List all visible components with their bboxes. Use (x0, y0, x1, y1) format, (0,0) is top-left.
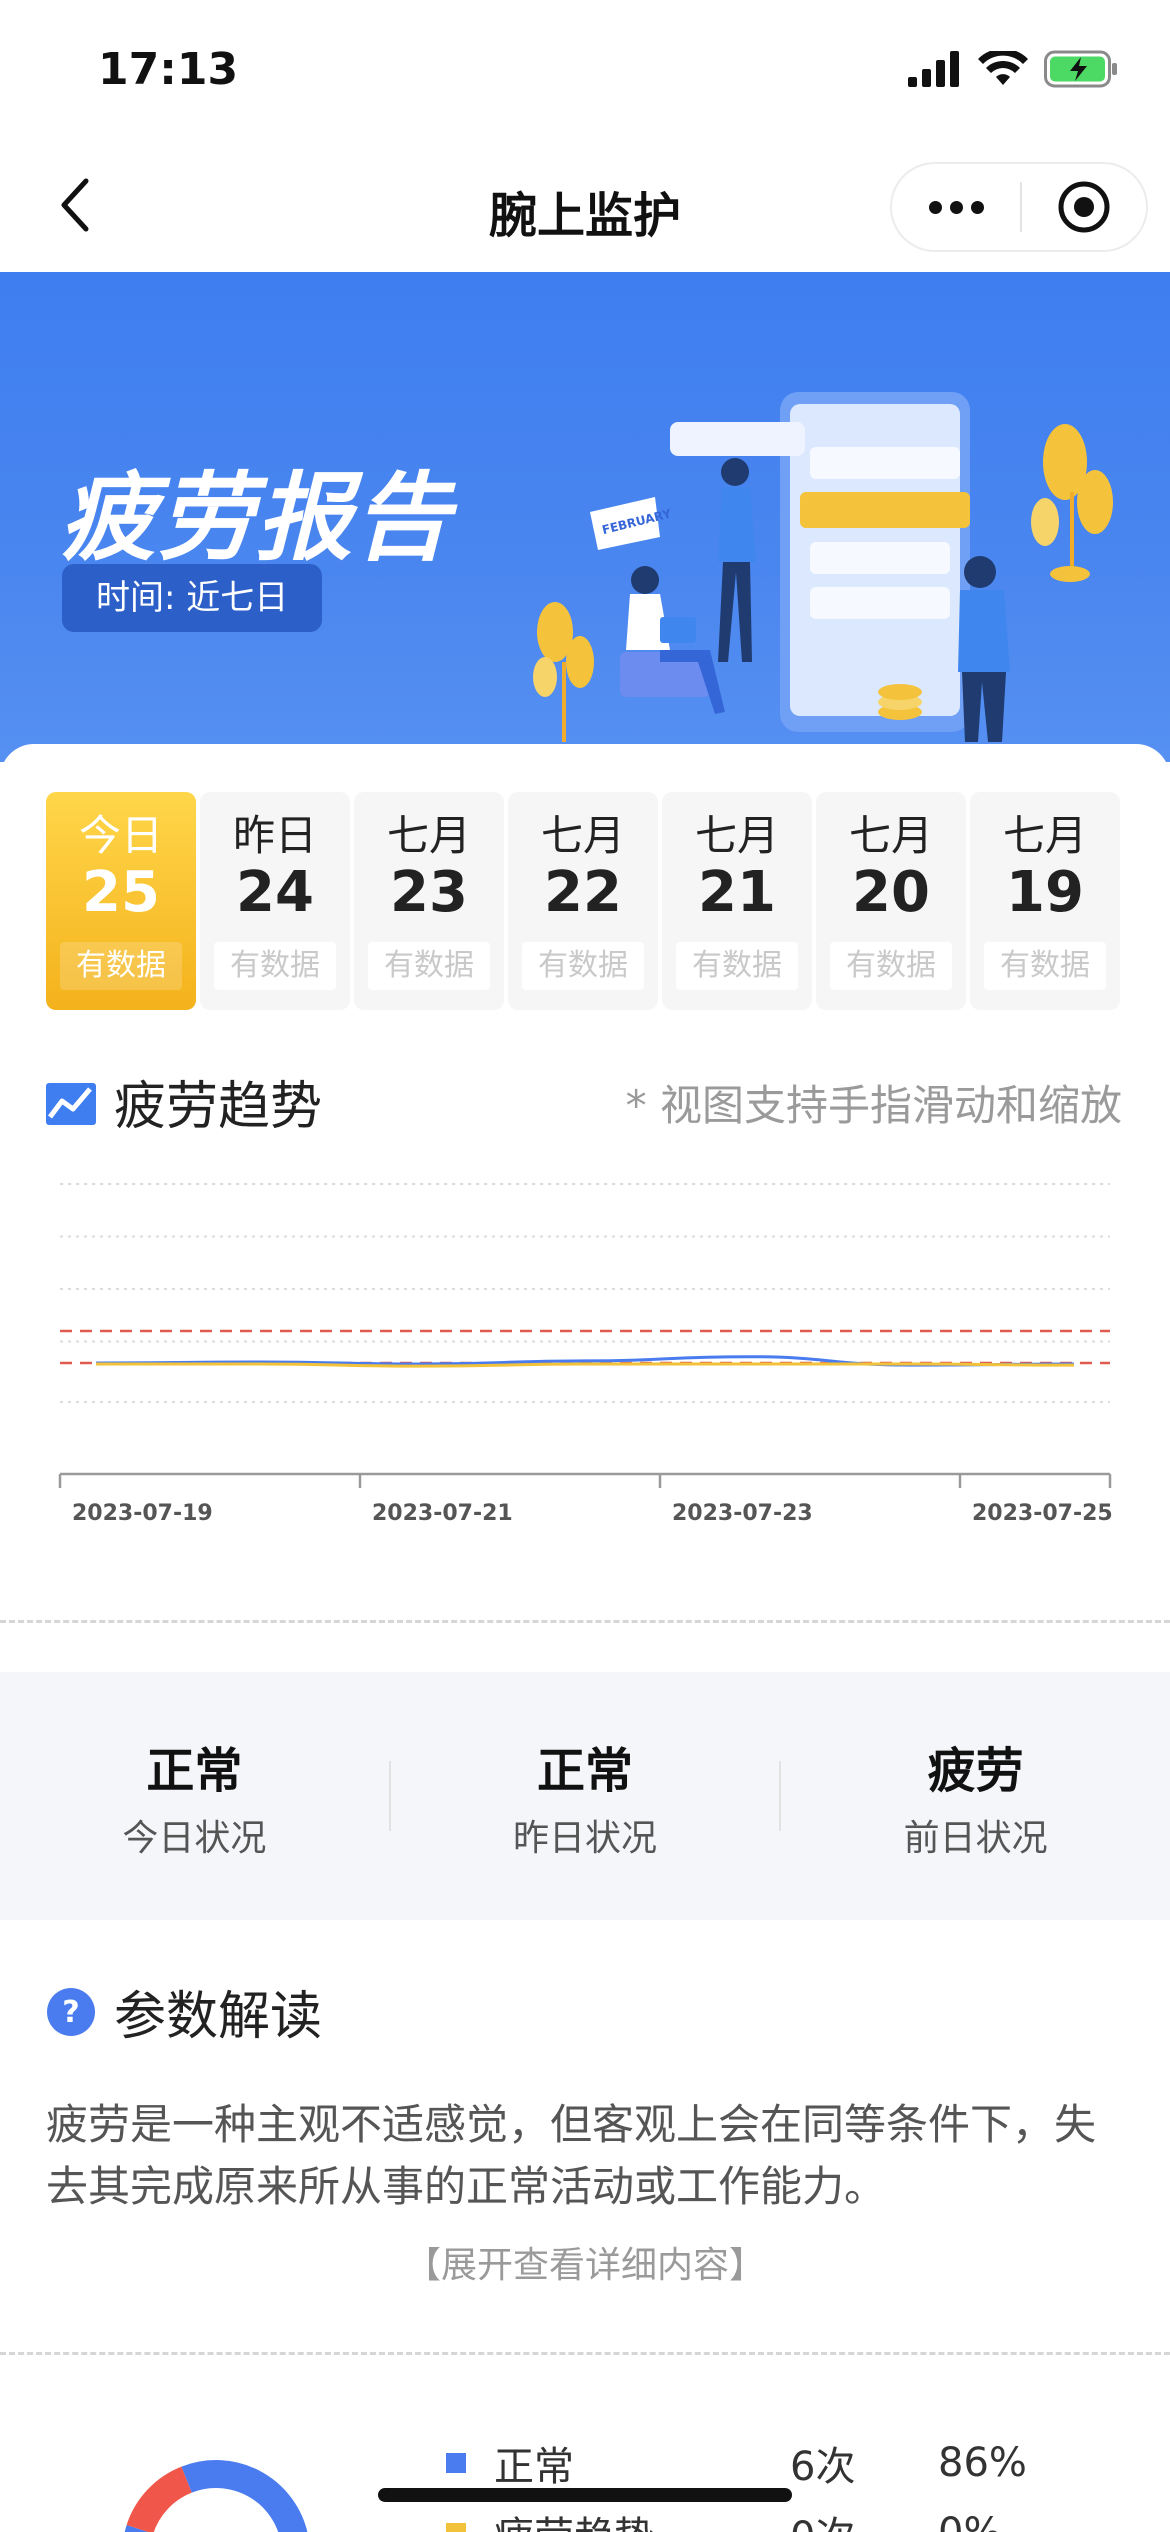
target-icon (1058, 181, 1110, 233)
legend-count: 6次 (790, 2444, 856, 2490)
x-tick-label: 2023-07-23 (672, 1501, 813, 1526)
x-tick-label: 2023-07-21 (372, 1501, 513, 1526)
status-time: 17:13 (98, 44, 239, 95)
distribution-donut-chart (124, 2460, 308, 2532)
legend-name: 正常 (494, 2444, 574, 2490)
status-label: 前日状况 (903, 1818, 1048, 1859)
date-label: 七月 (848, 811, 933, 860)
status-label: 昨日状况 (513, 1818, 658, 1859)
legend-row: 正常 6次 86% (446, 2434, 1027, 2492)
legend-percent: 86% (938, 2440, 1027, 2486)
home-indicator (378, 2488, 792, 2502)
trend-chart-icon (46, 1082, 96, 1125)
summary-day-before: 疲劳 前日状况 (781, 1731, 1170, 1861)
x-tick-label: 2023-07-19 (72, 1501, 213, 1526)
more-dot-icon (970, 200, 984, 214)
question-icon: ? (47, 1987, 95, 2036)
params-title: 参数解读 (114, 1987, 323, 2047)
date-label: 今日 (78, 811, 163, 860)
date-selector: 今日 25 有数据 昨日 24 有数据 七月 23 有数据 七月 22 有数据 … (46, 792, 1124, 1010)
date-item[interactable]: 七月 23 有数据 (354, 792, 504, 1010)
data-status-badge: 有数据 (522, 942, 644, 990)
more-dot-icon (928, 200, 942, 214)
data-status-badge: 有数据 (676, 942, 798, 990)
date-number: 24 (236, 860, 314, 925)
donut-segment (126, 2466, 193, 2532)
trend-hint: * 视图支持手指滑动和缩放 (625, 1081, 1122, 1130)
time-range-chip: 时间: 近七日 (62, 564, 323, 632)
legend-count: 0次 (790, 2504, 938, 2532)
date-item[interactable]: 七月 21 有数据 (662, 792, 812, 1010)
status-icons (908, 50, 1120, 88)
data-status-badge: 有数据 (368, 942, 490, 990)
date-label: 七月 (694, 811, 779, 860)
date-label: 七月 (386, 811, 471, 860)
report-content: 今日 25 有数据 昨日 24 有数据 七月 23 有数据 七月 22 有数据 … (0, 744, 1170, 2532)
more-dot-icon (949, 200, 963, 214)
date-item[interactable]: 七月 20 有数据 (816, 792, 966, 1010)
status-summary: 正常 今日状况 正常 昨日状况 疲劳 前日状况 (0, 1672, 1170, 1920)
date-number: 23 (390, 860, 468, 925)
data-status-badge: 有数据 (60, 942, 182, 990)
date-item[interactable]: 七月 19 有数据 (970, 792, 1120, 1010)
trend-title: 疲劳趋势 (114, 1077, 323, 1137)
legend-name: 疲劳趋势 (494, 2504, 790, 2532)
date-item[interactable]: 七月 22 有数据 (508, 792, 658, 1010)
legend-swatch (446, 2523, 466, 2532)
nav-bar: 腕上监护 (0, 140, 1170, 272)
report-banner: 疲劳报告 时间: 近七日 FEBRUARY (0, 272, 1170, 762)
mini-program-capsule (890, 162, 1148, 252)
summary-today: 正常 今日状况 (0, 1731, 389, 1861)
close-mini-program-button[interactable] (1022, 164, 1146, 250)
date-item[interactable]: 昨日 24 有数据 (200, 792, 350, 1010)
date-label: 七月 (1002, 811, 1087, 860)
summary-yesterday: 正常 昨日状况 (391, 1731, 780, 1861)
date-number: 25 (82, 860, 160, 925)
more-button[interactable] (892, 164, 1020, 250)
data-status-badge: 有数据 (984, 942, 1106, 990)
legend-percent: 0% (938, 2510, 1001, 2532)
dashed-divider (0, 1620, 1170, 1623)
date-label: 七月 (540, 811, 625, 860)
x-tick-label: 2023-07-25 (972, 1501, 1113, 1526)
date-number: 22 (544, 860, 622, 925)
legend-row: 疲劳趋势 0次 0% (446, 2504, 1001, 2532)
params-description: 疲劳是一种主观不适感觉，但客观上会在同等条件下，失去其完成原来所从事的正常活动或… (46, 2100, 1097, 2211)
status-value: 正常 (146, 1743, 243, 1799)
expand-details-link[interactable]: 【展开查看详细内容】 (0, 2236, 1170, 2288)
date-number: 21 (698, 860, 776, 925)
banner-illustration: FEBRUARY (533, 392, 1113, 742)
status-label: 今日状况 (122, 1818, 267, 1859)
svg-text:?: ? (62, 1995, 79, 2030)
legend-swatch (446, 2453, 466, 2473)
status-bar: 17:13 (0, 0, 1170, 140)
trend-section-header: 疲劳趋势 (46, 1064, 322, 1139)
fatigue-trend-chart[interactable]: 2023-07-19 2023-07-21 2023-07-23 2023-07-25 (46, 1154, 1124, 1554)
date-number: 19 (1006, 860, 1084, 925)
status-value: 正常 (537, 1743, 634, 1799)
date-number: 20 (852, 860, 930, 925)
data-status-badge: 有数据 (214, 942, 336, 990)
banner-title: 疲劳报告 (60, 462, 452, 574)
date-label: 昨日 (232, 811, 317, 860)
signal-icon (908, 51, 959, 87)
dashed-divider (0, 2352, 1170, 2355)
battery-charging-icon (1044, 50, 1117, 88)
data-status-badge: 有数据 (830, 942, 952, 990)
status-value: 疲劳 (927, 1743, 1024, 1799)
params-section-header: ? 参数解读 (46, 1974, 322, 2049)
date-item[interactable]: 今日 25 有数据 (46, 792, 196, 1010)
wifi-icon (978, 51, 1028, 85)
